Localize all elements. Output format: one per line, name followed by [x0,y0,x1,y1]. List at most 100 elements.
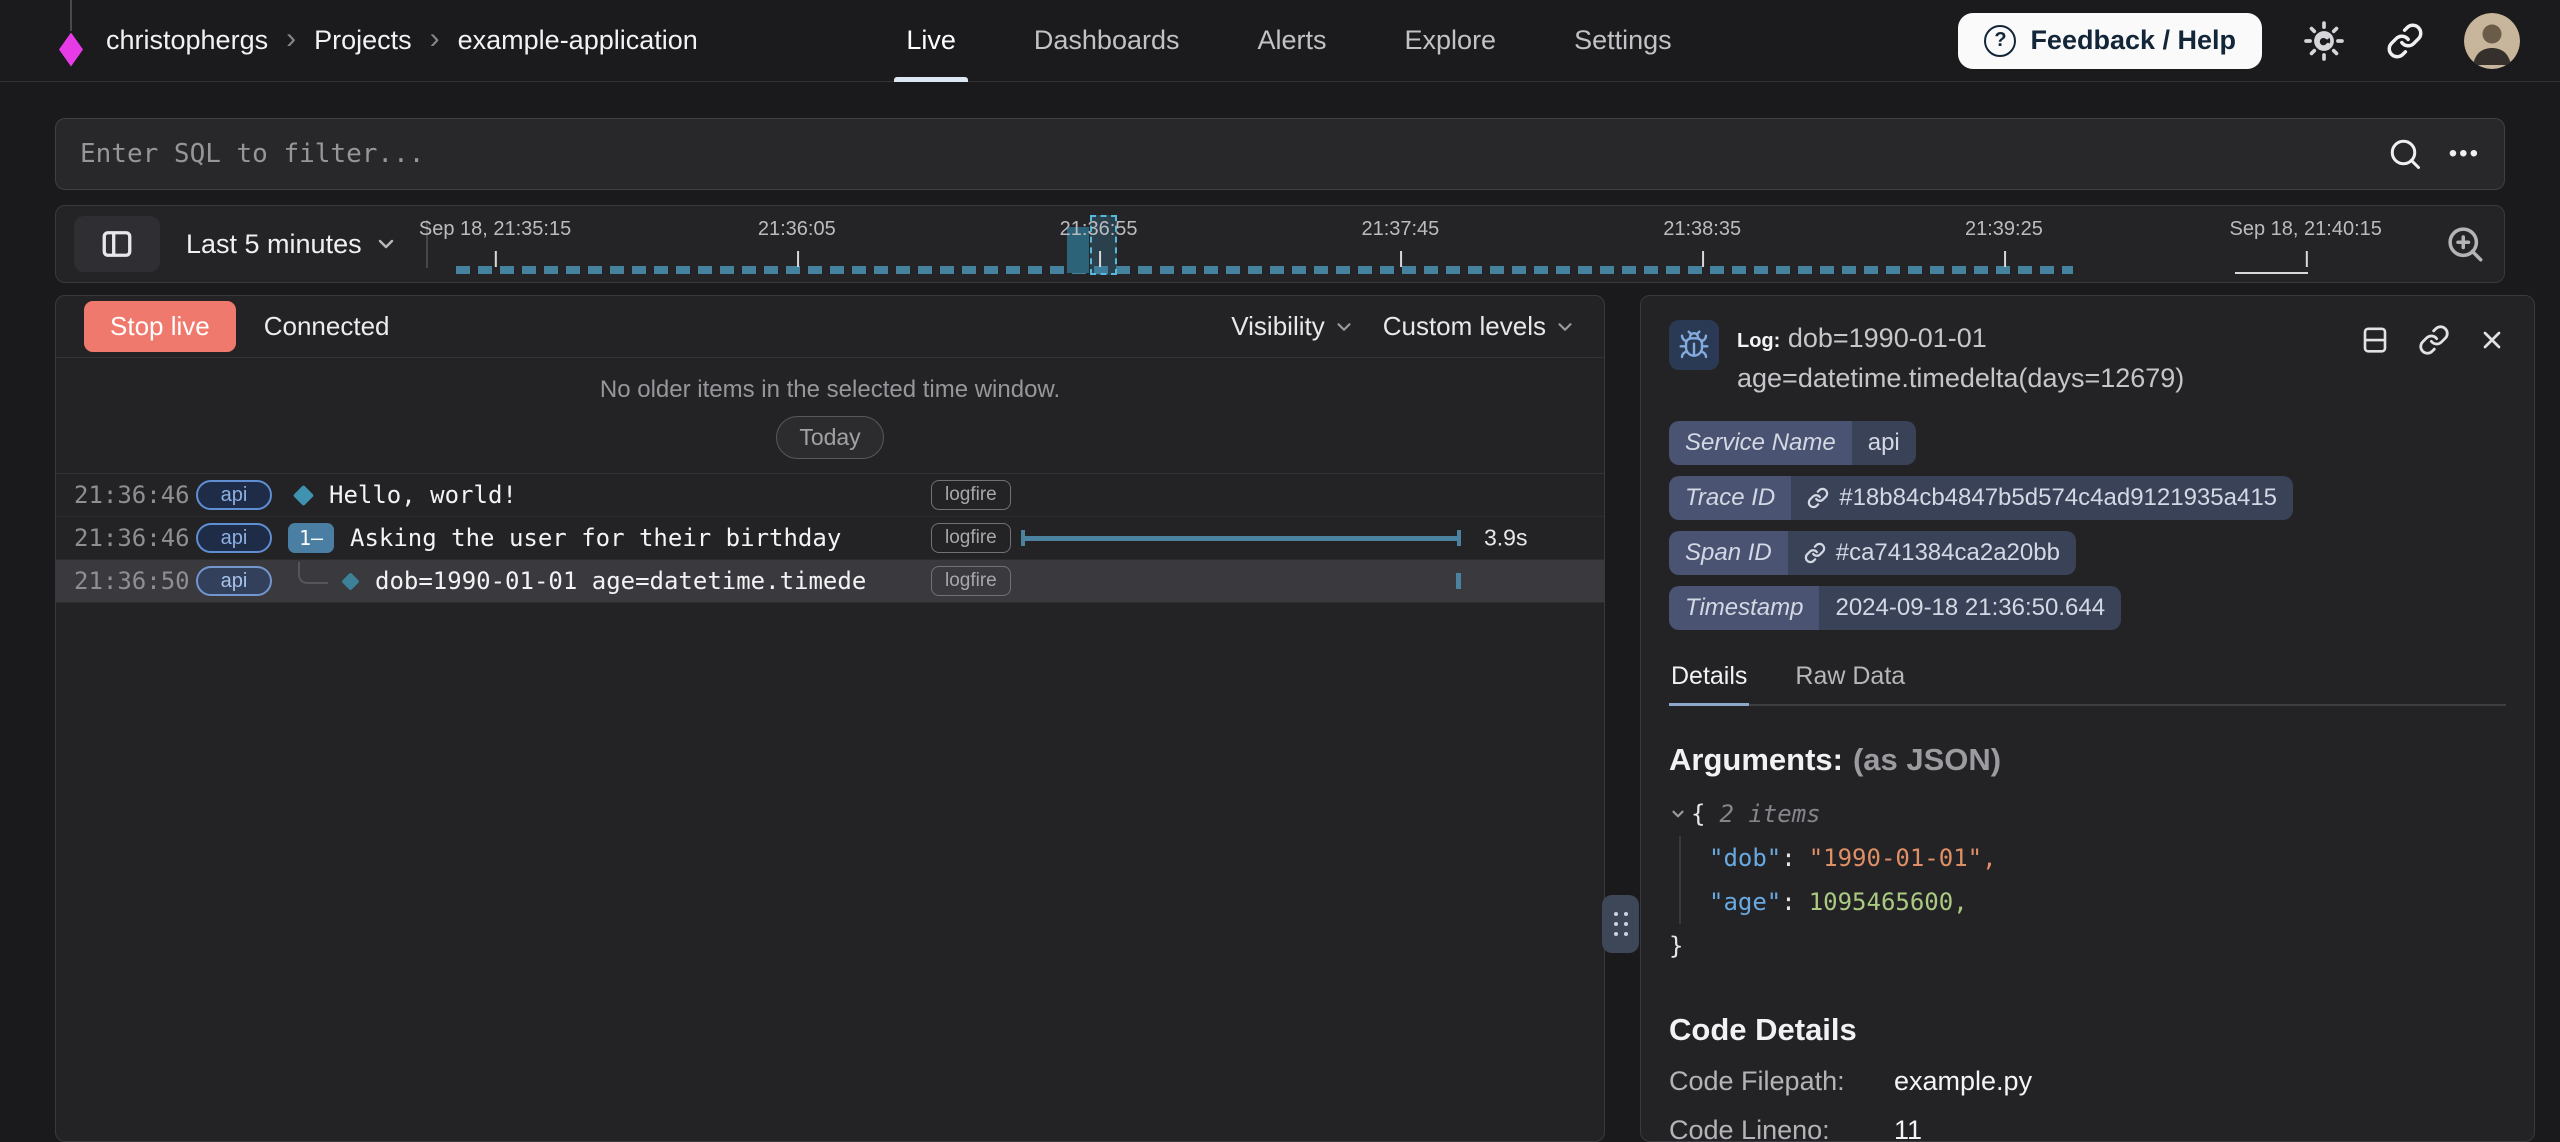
logo-stem [70,0,72,31]
feedback-help-label: Feedback / Help [2030,25,2236,56]
tab-settings[interactable]: Settings [1574,0,1672,82]
tick-mark [797,251,799,267]
json-colon: : [1781,836,1795,880]
json-items-count: 2 items [1719,792,1820,836]
filter-menu-icon[interactable]: ••• [2449,140,2480,168]
logfire-tag[interactable]: logfire [931,523,1011,553]
log-row-hello-world[interactable]: 21:36:46 api Hello, world! logfire [56,474,1604,517]
link-icon [1804,542,1826,564]
span-duration-bar[interactable] [1021,530,1461,546]
tab-settings-label: Settings [1574,25,1672,56]
empty-message: No older items in the selected time wind… [56,376,1604,404]
time-range-dropdown[interactable]: Last 5 minutes [186,229,398,260]
chevron-down-icon[interactable] [1669,805,1687,823]
log-message: Hello, world! [329,481,517,509]
tick-mark [2004,251,2006,267]
empty-window-note: No older items in the selected time wind… [56,358,1604,474]
breadcrumb-projects[interactable]: Projects [314,25,412,56]
service-badge[interactable]: api [196,566,272,596]
tab-dashboards-label: Dashboards [1034,25,1180,56]
sql-filter-bar: ••• [55,118,2505,190]
live-trace-panel: Stop live Connected Visibility Custom le… [55,295,1605,1142]
code-filepath-row: Code Filepath: example.py [1669,1066,2506,1097]
custom-levels-dropdown[interactable]: Custom levels [1383,311,1576,342]
timeline-histogram[interactable]: Sep 18, 21:35:15 21:36:05 21:36:55 21:37… [456,206,2428,282]
chevron-right-icon: › [430,24,440,58]
attribute-value[interactable]: 2024-09-18 21:36:50.644 [1819,586,2121,630]
json-key: "age" [1709,880,1781,924]
span-id-value: #ca741384ca2a20bb [1836,539,2060,567]
tick-mark [1400,251,1402,267]
tick-mark [2306,251,2308,267]
code-lineno-row: Code Lineno: 11 [1669,1115,2506,1142]
visibility-label: Visibility [1231,311,1324,342]
user-avatar[interactable] [2464,13,2520,69]
timeline-tick-label: 21:39:25 [1965,218,2043,241]
json-open-brace: { [1691,792,1705,836]
log-message: Asking the user for their birthday [350,524,841,552]
logfire-logo[interactable] [58,11,84,71]
details-title-kind: Log: [1737,330,1780,352]
sql-filter-input[interactable] [56,119,2504,189]
log-row-dob-selected[interactable]: 21:36:50 api dob=1990-01-01 age=datetime… [56,560,1604,603]
tab-raw-data[interactable]: Raw Data [1793,654,1907,704]
timeline-tick-label: 21:37:45 [1361,218,1439,241]
search-icon[interactable] [2387,136,2423,172]
timeline-tick-label: Sep 18, 21:40:15 [2230,218,2382,241]
log-diamond-icon [341,572,359,590]
service-badge[interactable]: api [196,480,272,510]
tick-mark [495,251,497,267]
logfire-tag[interactable]: logfire [931,480,1011,510]
attribute-value[interactable]: #18b84cb4847b5d574c4ad9121935a415 [1791,476,2293,520]
timeline-tick-label: 21:36:55 [1060,218,1138,241]
panel-resize-handle[interactable] [1602,895,1639,953]
copy-link-icon[interactable] [2418,324,2450,356]
trace-id-value: #18b84cb4847b5d574c4ad9121935a415 [1839,484,2277,512]
service-badge[interactable]: api [196,523,272,553]
feedback-help-button[interactable]: ? Feedback / Help [1958,13,2262,69]
sidebar-toggle-button[interactable] [74,216,160,272]
details-header-actions [2360,324,2506,356]
today-button[interactable]: Today [776,416,883,459]
collapse-children-badge[interactable]: 1– [288,523,334,553]
theme-sun-icon [2302,19,2346,63]
tick-mark [1099,251,1101,267]
top-nav: christophergs › Projects › example-appli… [0,0,2560,82]
attribute-value[interactable]: api [1852,421,1916,465]
details-title: Log: dob=1990-01-01 age=datetime.timedel… [1737,320,2297,397]
bug-icon [1678,329,1710,361]
link-icon [2386,22,2424,60]
tab-live[interactable]: Live [906,0,956,82]
code-lineno-value: 11 [1894,1115,1922,1142]
tab-explore[interactable]: Explore [1405,0,1497,82]
details-header: Log: dob=1990-01-01 age=datetime.timedel… [1669,320,2506,397]
attribute-service-name: Service Name api [1669,421,2506,465]
logfire-tag[interactable]: logfire [931,566,1011,596]
stop-live-button[interactable]: Stop live [84,301,236,352]
log-details-panel: Log: dob=1990-01-01 age=datetime.timedel… [1640,295,2535,1142]
tab-dashboards[interactable]: Dashboards [1034,0,1180,82]
timeline-tick-label: Sep 18, 21:35:15 [419,218,571,241]
zoom-in-button[interactable] [2444,223,2486,265]
tab-alerts[interactable]: Alerts [1258,0,1327,82]
timeline-baseline [456,266,2073,274]
split-panel-icon[interactable] [2360,325,2390,355]
breadcrumb-project[interactable]: example-application [458,25,698,56]
log-time: 21:36:46 [74,524,196,552]
nav-left: christophergs › Projects › example-appli… [58,11,906,71]
zoom-in-icon [2444,223,2486,265]
json-root-line[interactable]: { 2 items [1669,792,2506,836]
code-filepath-label: Code Filepath: [1669,1066,1894,1097]
theme-toggle-button[interactable] [2302,19,2346,63]
attribute-value[interactable]: #ca741384ca2a20bb [1788,531,2076,575]
log-row-asking-birthday[interactable]: 21:36:46 api 1– Asking the user for thei… [56,517,1604,560]
breadcrumb-org[interactable]: christophergs [106,25,268,56]
chevron-down-icon [1333,316,1355,338]
details-title-text: dob=1990-01-01 age=datetime.timedelta(da… [1737,323,2184,393]
share-link-button[interactable] [2386,22,2424,60]
tab-explore-label: Explore [1405,25,1497,56]
visibility-dropdown[interactable]: Visibility [1231,311,1354,342]
close-icon[interactable] [2478,326,2506,354]
tab-details[interactable]: Details [1669,654,1749,706]
log-level-chip [1669,320,1719,370]
